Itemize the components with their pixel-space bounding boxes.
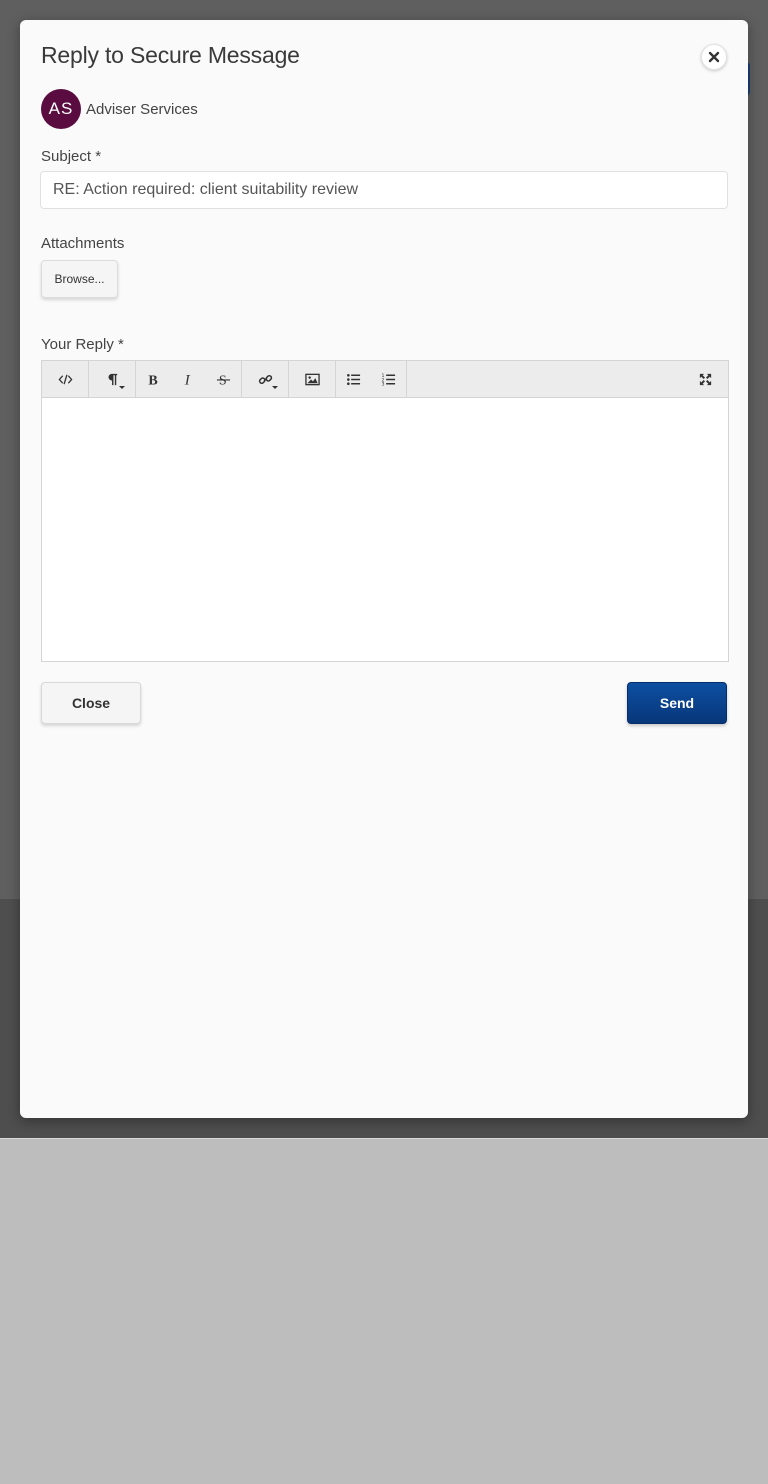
- modal-title: Reply to Secure Message: [41, 42, 300, 68]
- code-view-button[interactable]: [42, 361, 88, 397]
- reply-editor-area[interactable]: [42, 398, 728, 661]
- fullscreen-icon: [699, 373, 711, 386]
- close-icon: [708, 51, 720, 63]
- rich-text-editor: B I S 1 2 3: [41, 360, 729, 662]
- numbered-list-icon: 1 2 3: [381, 373, 396, 387]
- bullet-list-button[interactable]: [336, 361, 371, 397]
- close-modal-button[interactable]: [701, 44, 727, 70]
- link-button[interactable]: [242, 361, 288, 397]
- bold-button[interactable]: B: [136, 361, 171, 397]
- reply-label: Your Reply *: [41, 336, 124, 353]
- svg-text:B: B: [148, 372, 157, 386]
- subject-input[interactable]: [40, 171, 728, 209]
- browse-button[interactable]: Browse...: [41, 260, 118, 298]
- editor-toolbar: B I S 1 2 3: [42, 361, 728, 398]
- numbered-list-button[interactable]: 1 2 3: [371, 361, 406, 397]
- insert-image-button[interactable]: [289, 361, 335, 397]
- italic-button[interactable]: I: [171, 361, 206, 397]
- svg-text:3: 3: [381, 381, 384, 386]
- chevron-down-icon: [119, 386, 125, 389]
- sender-name: Adviser Services: [86, 100, 198, 118]
- strikethrough-button[interactable]: S: [206, 361, 241, 397]
- chevron-down-icon: [272, 386, 278, 389]
- bullet-list-icon: [347, 373, 361, 385]
- code-view-icon: [58, 374, 72, 384]
- reply-modal: Reply to Secure Message AS Adviser Servi…: [20, 20, 748, 1118]
- image-icon: [304, 373, 320, 385]
- fullscreen-button[interactable]: [692, 361, 718, 398]
- paragraph-style-icon: [108, 373, 117, 385]
- close-button[interactable]: Close: [41, 682, 141, 724]
- avatar: AS: [41, 89, 81, 129]
- bold-icon: B: [148, 372, 157, 386]
- strikethrough-icon: S: [216, 372, 231, 387]
- paragraph-style-button[interactable]: [89, 361, 135, 397]
- svg-text:I: I: [184, 372, 191, 386]
- subject-label: Subject *: [41, 148, 102, 165]
- background-divider: [0, 1138, 768, 1139]
- sender-info: AS Adviser Services: [41, 89, 198, 129]
- attachments-label: Attachments: [41, 235, 125, 252]
- send-button[interactable]: Send: [627, 682, 727, 724]
- link-icon: [258, 374, 272, 384]
- italic-icon: I: [184, 372, 191, 386]
